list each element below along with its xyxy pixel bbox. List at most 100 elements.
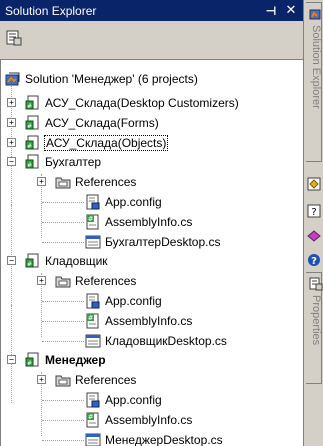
- panel-title: Solution Explorer: [5, 3, 97, 18]
- tree-node-label: References: [75, 274, 137, 288]
- expand-icon[interactable]: +: [37, 177, 46, 186]
- tree-guide-line: [42, 242, 84, 243]
- svg-text:#: #: [27, 162, 32, 169]
- references-icon: [55, 372, 71, 388]
- tree-guide-line: [42, 400, 84, 401]
- references-icon: [55, 174, 71, 190]
- collapse-icon[interactable]: −: [7, 355, 16, 364]
- tree-guide-line: [42, 222, 84, 223]
- expand-icon[interactable]: +: [7, 138, 16, 147]
- tree-guide-line: [42, 321, 84, 322]
- tree-node[interactable]: References: [55, 272, 137, 290]
- svg-text:#: #: [88, 215, 94, 223]
- tree-node-label: Кладовщик: [45, 254, 108, 268]
- tree-node[interactable]: # Кладовщик: [25, 252, 109, 270]
- tree-node[interactable]: # AssemblyInfo.cs: [85, 213, 193, 231]
- config-file-icon: [85, 194, 101, 210]
- solution-explorer-icon: [309, 6, 323, 20]
- tree-node-label: AssemblyInfo.cs: [105, 314, 193, 328]
- expand-icon[interactable]: +: [7, 118, 16, 127]
- expand-icon[interactable]: +: [37, 375, 46, 384]
- ide-window: Solution Explorer ⊣ ✕ Solution 'Менеджер…: [0, 0, 323, 446]
- tree-node-label: МенеджерDesktop.cs: [105, 433, 223, 446]
- tree-node-label: КладовщикDesktop.cs: [105, 334, 227, 348]
- collapse-icon[interactable]: −: [7, 256, 16, 265]
- tab-solution-explorer-label: Solution Explorer: [310, 25, 322, 109]
- resource-view-icon[interactable]: ?: [307, 203, 321, 218]
- tree-node[interactable]: # АСУ_Склада(Desktop Customizers): [25, 94, 240, 112]
- svg-text:?: ?: [311, 207, 316, 218]
- tree-node[interactable]: # Бухгалтер: [25, 153, 102, 171]
- tree-node[interactable]: References: [55, 371, 137, 389]
- toolbox-icon[interactable]: [307, 228, 321, 242]
- panel-toolbar: [0, 21, 303, 59]
- solution-tree[interactable]: Solution 'Менеджер' (6 projects) + # АСУ_С…: [0, 59, 303, 446]
- tree-node-label: AssemblyInfo.cs: [105, 215, 193, 229]
- desktop-cs-icon: [85, 432, 101, 446]
- tree-node-label: АСУ_Склада(Desktop Customizers): [45, 96, 239, 110]
- config-file-icon: [85, 293, 101, 309]
- tree-guide-line: [11, 205, 12, 305]
- desktop-cs-icon: [85, 333, 101, 349]
- project-icon: #: [25, 115, 41, 131]
- properties-icon[interactable]: [5, 30, 23, 46]
- tree-node-label: References: [75, 175, 137, 189]
- svg-text:#: #: [27, 103, 32, 110]
- tree-node-label: АСУ_Склада(Objects): [44, 135, 169, 151]
- svg-text:#: #: [88, 413, 94, 421]
- svg-text:#: #: [27, 123, 32, 130]
- tree-node-label: AssemblyInfo.cs: [105, 413, 193, 427]
- tree-node[interactable]: # AssemblyInfo.cs: [85, 312, 193, 330]
- tree-node[interactable]: # AssemblyInfo.cs: [85, 411, 193, 429]
- tree-node-label: БухгалтерDesktop.cs: [105, 235, 221, 249]
- side-dock-strip: Solution Explorer ? ? Properties: [303, 0, 323, 446]
- tree-node-label: Solution 'Менеджер' (6 projects): [25, 72, 198, 86]
- tree-node-label: App.config: [105, 195, 162, 209]
- svg-text:#: #: [27, 360, 32, 367]
- tree-node[interactable]: App.config: [85, 391, 163, 409]
- tree-node[interactable]: КладовщикDesktop.cs: [85, 332, 228, 350]
- tree-node[interactable]: App.config: [85, 292, 163, 310]
- tree-node[interactable]: References: [55, 173, 137, 191]
- project-icon: #: [25, 95, 41, 111]
- tree-node[interactable]: БухгалтерDesktop.cs: [85, 233, 221, 251]
- class-view-icon[interactable]: [307, 176, 321, 191]
- tree-node-label: АСУ_Склада(Forms): [45, 116, 159, 130]
- svg-text:#: #: [27, 261, 32, 268]
- tree-guide-line: [42, 301, 84, 302]
- close-icon[interactable]: ✕: [282, 2, 300, 20]
- tab-properties[interactable]: Properties: [306, 272, 323, 384]
- tree-guide-line: [42, 341, 84, 342]
- cs-file-icon: #: [85, 412, 101, 428]
- svg-text:?: ?: [311, 256, 317, 267]
- tree-guide-line: [11, 305, 12, 403]
- references-icon: [55, 273, 71, 289]
- pin-icon[interactable]: ⊣: [262, 2, 280, 20]
- solution-explorer-panel: Solution Explorer ⊣ ✕ Solution 'Менеджер…: [0, 0, 303, 446]
- tree-node[interactable]: # Менеджер: [25, 351, 107, 369]
- help-icon[interactable]: ?: [307, 252, 321, 267]
- cs-file-icon: #: [85, 214, 101, 230]
- collapse-icon[interactable]: −: [7, 157, 16, 166]
- tree-node-solution[interactable]: Solution 'Менеджер' (6 projects): [5, 70, 199, 88]
- project-icon: #: [25, 253, 41, 269]
- properties-tab-icon: [309, 276, 323, 291]
- tree-node-label: Бухгалтер: [45, 155, 102, 169]
- expand-icon[interactable]: +: [7, 98, 16, 107]
- panel-titlebar[interactable]: Solution Explorer ⊣ ✕: [0, 0, 303, 21]
- tree-node-label: References: [75, 373, 137, 387]
- cs-file-icon: #: [85, 313, 101, 329]
- project-icon: #: [25, 352, 41, 368]
- tab-solution-explorer[interactable]: Solution Explorer: [306, 2, 322, 162]
- tree-node-label: App.config: [105, 294, 162, 308]
- tree-node-label: Менеджер: [45, 353, 106, 367]
- tree-node[interactable]: МенеджерDesktop.cs: [85, 431, 224, 446]
- svg-text:#: #: [27, 143, 32, 150]
- tree-guide-line: [42, 420, 84, 421]
- expand-icon[interactable]: +: [37, 276, 46, 285]
- desktop-cs-icon: [85, 234, 101, 250]
- tree-node[interactable]: # АСУ_Склада(Forms): [25, 114, 160, 132]
- project-icon: #: [25, 135, 41, 151]
- tree-node[interactable]: App.config: [85, 193, 163, 211]
- tree-node[interactable]: # АСУ_Склада(Objects): [25, 134, 169, 152]
